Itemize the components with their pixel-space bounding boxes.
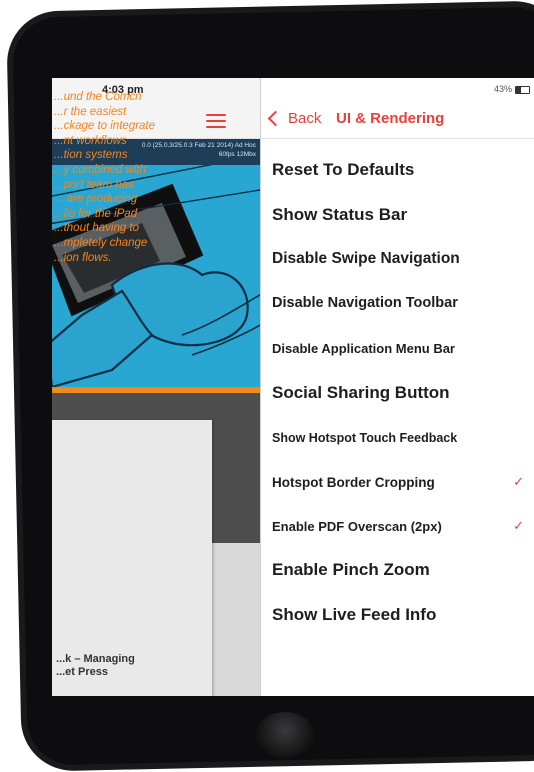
checkmark-icon: ✓ bbox=[513, 518, 524, 533]
quote-attribution: ...k – Managing ...et Press bbox=[56, 653, 135, 678]
magazine-pane: 4:03 pm 0.0 (25.0.3/25.0.3 Feb 21 2014) … bbox=[52, 78, 260, 696]
home-button[interactable] bbox=[256, 712, 314, 758]
menu-item-disable-navigation-toolbar[interactable]: Disable Navigation Toolbar bbox=[272, 295, 458, 311]
checkmark-icon: ✓ bbox=[513, 474, 524, 489]
menu-item-social-sharing-button[interactable]: Social Sharing Button bbox=[272, 383, 450, 403]
chevron-left-icon bbox=[267, 110, 284, 127]
menu-item-show-hotspot-touch-feedback[interactable]: Show Hotspot Touch Feedback bbox=[272, 431, 457, 445]
page-title: UI & Rendering bbox=[336, 110, 445, 127]
settings-nav-bar: Back UI & Rendering bbox=[261, 100, 534, 139]
pull-quote: ...und the Comcn ...r the easiest ...cka… bbox=[54, 91, 156, 264]
status-bar-right: 43% bbox=[261, 78, 534, 100]
menu-item-enable-pdf-overscan[interactable]: Enable PDF Overscan (2px) bbox=[272, 519, 442, 534]
back-label: Back bbox=[288, 110, 322, 127]
menu-item-show-live-feed-info[interactable]: Show Live Feed Info bbox=[272, 605, 436, 625]
battery-percent: 43% bbox=[493, 84, 512, 94]
hamburger-menu-icon[interactable] bbox=[206, 114, 226, 128]
menu-item-enable-pinch-zoom[interactable]: Enable Pinch Zoom bbox=[272, 560, 430, 580]
menu-item-reset-to-defaults[interactable]: Reset To Defaults bbox=[272, 160, 414, 180]
screen: 4:03 pm 0.0 (25.0.3/25.0.3 Feb 21 2014) … bbox=[52, 78, 534, 696]
settings-pane: 43% Back UI & Rendering Reset To Default… bbox=[261, 78, 534, 696]
menu-item-disable-swipe-navigation[interactable]: Disable Swipe Navigation bbox=[272, 250, 460, 268]
menu-item-disable-application-menu-bar[interactable]: Disable Application Menu Bar bbox=[272, 341, 455, 356]
back-button[interactable]: Back bbox=[267, 110, 321, 127]
menu-item-show-status-bar[interactable]: Show Status Bar bbox=[272, 205, 407, 225]
battery-icon bbox=[515, 86, 530, 94]
menu-item-hotspot-border-cropping[interactable]: Hotspot Border Cropping bbox=[272, 475, 435, 490]
